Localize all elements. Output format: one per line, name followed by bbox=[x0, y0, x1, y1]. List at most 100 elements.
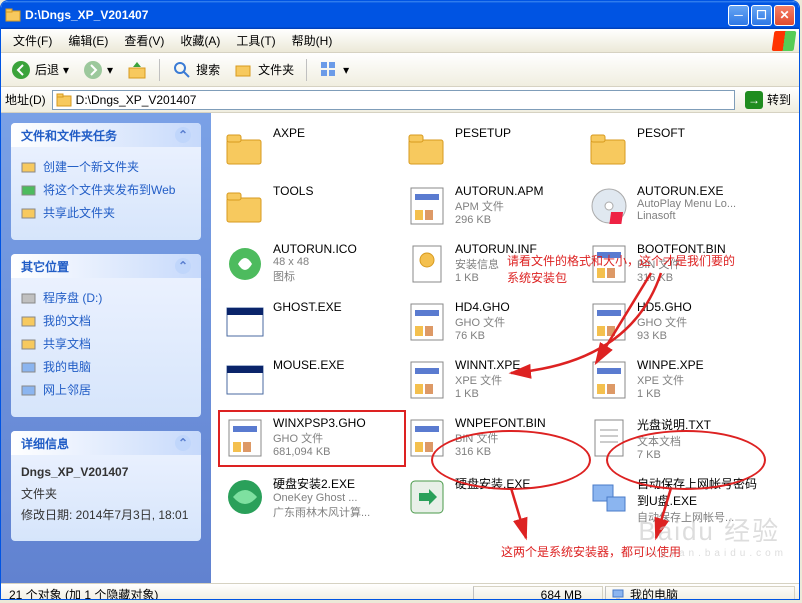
ico-icon bbox=[223, 242, 267, 286]
separator bbox=[306, 59, 307, 81]
file-item[interactable]: BOOTFONT.BINBIN 文件316 KB bbox=[585, 239, 767, 289]
file-item[interactable]: WINPE.XPEXPE 文件1 KB bbox=[585, 355, 767, 405]
bin-icon bbox=[405, 300, 449, 344]
minimize-button[interactable]: ─ bbox=[728, 5, 749, 26]
folder-icon bbox=[5, 7, 21, 23]
file-meta: XPE 文件 bbox=[637, 372, 765, 388]
place-item[interactable]: 我的电脑 bbox=[21, 355, 191, 378]
place-item[interactable]: 程序盘 (D:) bbox=[21, 286, 191, 309]
back-button[interactable]: 后退 ▾ bbox=[5, 57, 75, 83]
file-meta: 316 KB bbox=[637, 272, 765, 284]
file-item[interactable]: AUTORUN.EXEAutoPlay Menu Lo...Linasoft bbox=[585, 181, 767, 231]
file-meta: XPE 文件 bbox=[455, 372, 583, 388]
menu-edit[interactable]: 编辑(E) bbox=[60, 29, 116, 52]
search-button[interactable]: 搜索 bbox=[166, 57, 226, 83]
file-item[interactable]: 硬盘安装2.EXEOneKey Ghost ...广东雨林木风计算... bbox=[221, 472, 403, 528]
new-folder-icon bbox=[21, 159, 37, 175]
back-icon bbox=[11, 60, 31, 80]
menu-help[interactable]: 帮助(H) bbox=[284, 29, 341, 52]
file-meta: 93 KB bbox=[637, 330, 765, 342]
share-icon bbox=[21, 205, 37, 221]
go-button[interactable]: → 转到 bbox=[741, 91, 795, 109]
file-name: AXPE bbox=[273, 126, 401, 140]
close-button[interactable]: ✕ bbox=[774, 5, 795, 26]
file-name: AUTORUN.APM bbox=[455, 184, 583, 198]
task-item[interactable]: 将这个文件夹发布到Web bbox=[21, 178, 191, 201]
file-item[interactable]: MOUSE.EXE bbox=[221, 355, 403, 405]
file-item[interactable]: AUTORUN.INF安装信息1 KB bbox=[403, 239, 585, 289]
file-meta: 1 KB bbox=[637, 388, 765, 400]
place-item[interactable]: 网上邻居 bbox=[21, 378, 191, 401]
file-item[interactable]: GHOST.EXE bbox=[221, 297, 403, 347]
file-item[interactable]: AXPE bbox=[221, 123, 403, 173]
green-icon bbox=[223, 475, 267, 519]
file-item[interactable]: 光盘说明.TXT文本文档7 KB bbox=[585, 413, 767, 464]
place-item[interactable]: 共享文档 bbox=[21, 332, 191, 355]
txt-icon bbox=[587, 416, 631, 460]
file-name: MOUSE.EXE bbox=[273, 358, 401, 372]
file-meta: 文本文档 bbox=[637, 433, 765, 449]
folders-button[interactable]: 文件夹 bbox=[228, 57, 300, 83]
file-list[interactable]: AXPEPESETUPPESOFT TOOLSAUTORUN.APMAPM 文件2… bbox=[211, 113, 799, 583]
status-size: 684 MB bbox=[473, 586, 603, 601]
file-meta: Linasoft bbox=[637, 210, 765, 222]
collapse-icon[interactable]: ⌃ bbox=[175, 435, 191, 451]
file-item[interactable]: 硬盘安装.EXE bbox=[403, 472, 585, 528]
address-label: 地址(D) bbox=[5, 91, 46, 108]
menubar: 文件(F) 编辑(E) 查看(V) 收藏(A) 工具(T) 帮助(H) bbox=[1, 29, 799, 53]
file-item[interactable]: PESETUP bbox=[403, 123, 585, 173]
collapse-icon[interactable]: ⌃ bbox=[175, 258, 191, 274]
status-objects: 21 个对象 (加 1 个隐藏对象) bbox=[3, 586, 471, 601]
menu-fav[interactable]: 收藏(A) bbox=[172, 29, 228, 52]
views-button[interactable]: ▾ bbox=[313, 57, 355, 83]
up-button[interactable] bbox=[121, 57, 153, 83]
address-field[interactable]: D:\Dngs_XP_V201407 bbox=[52, 90, 735, 110]
task-item[interactable]: 创建一个新文件夹 bbox=[21, 155, 191, 178]
file-item[interactable]: AUTORUN.APMAPM 文件296 KB bbox=[403, 181, 585, 231]
file-meta: 图标 bbox=[273, 268, 401, 284]
file-name: WINPE.XPE bbox=[637, 358, 765, 372]
inf-icon bbox=[405, 242, 449, 286]
file-item[interactable]: PESOFT bbox=[585, 123, 767, 173]
views-icon bbox=[319, 60, 339, 80]
detail-name: Dngs_XP_V201407 bbox=[21, 465, 191, 479]
menu-file[interactable]: 文件(F) bbox=[5, 29, 60, 52]
disc-icon bbox=[587, 184, 631, 228]
network-icon bbox=[21, 382, 37, 398]
other-places-panel: 其它位置⌃ 程序盘 (D:)我的文档共享文档我的电脑网上邻居 bbox=[11, 254, 201, 417]
details-panel: 详细信息⌃ Dngs_XP_V201407 文件夹 修改日期: 2014年7月3… bbox=[11, 431, 201, 541]
file-item[interactable]: WINNT.XPEXPE 文件1 KB bbox=[403, 355, 585, 405]
menu-tools[interactable]: 工具(T) bbox=[228, 29, 283, 52]
file-item[interactable]: TOOLS bbox=[221, 181, 403, 231]
menu-view[interactable]: 查看(V) bbox=[116, 29, 172, 52]
exe-icon bbox=[223, 358, 267, 402]
file-item[interactable]: AUTORUN.ICO48 x 48图标 bbox=[221, 239, 403, 289]
file-name: TOOLS bbox=[273, 184, 401, 198]
go-icon: → bbox=[745, 91, 763, 109]
place-item[interactable]: 我的文档 bbox=[21, 309, 191, 332]
file-name: GHOST.EXE bbox=[273, 300, 401, 314]
bin-icon bbox=[587, 300, 631, 344]
folder-icon bbox=[223, 126, 267, 170]
file-meta: 48 x 48 bbox=[273, 256, 401, 268]
maximize-button[interactable]: ☐ bbox=[751, 5, 772, 26]
folder-icon bbox=[587, 126, 631, 170]
bin-icon bbox=[223, 416, 267, 460]
explorer-window: D:\Dngs_XP_V201407 ─ ☐ ✕ 文件(F) 编辑(E) 查看(… bbox=[0, 0, 800, 600]
folders-icon bbox=[234, 60, 254, 80]
detail-type: 文件夹 bbox=[21, 483, 191, 504]
collapse-icon[interactable]: ⌃ bbox=[175, 127, 191, 143]
detail-mod: 修改日期: 2014年7月3日, 18:01 bbox=[21, 504, 191, 525]
file-item[interactable]: WNPEFONT.BINBIN 文件316 KB bbox=[403, 413, 585, 464]
computer-icon bbox=[612, 588, 626, 601]
forward-button[interactable]: ▾ bbox=[77, 57, 119, 83]
file-item[interactable]: WINXPSP3.GHOGHO 文件681,094 KB bbox=[221, 413, 403, 464]
toolbar: 后退 ▾ ▾ 搜索 文件夹 ▾ bbox=[1, 53, 799, 87]
file-name: 硬盘安装2.EXE bbox=[273, 475, 401, 492]
task-item[interactable]: 共享此文件夹 bbox=[21, 201, 191, 224]
file-meta: 76 KB bbox=[455, 330, 583, 342]
file-name: 光盘说明.TXT bbox=[637, 416, 765, 433]
file-item[interactable]: HD4.GHOGHO 文件76 KB bbox=[403, 297, 585, 347]
file-item[interactable]: HD5.GHOGHO 文件93 KB bbox=[585, 297, 767, 347]
titlebar[interactable]: D:\Dngs_XP_V201407 ─ ☐ ✕ bbox=[1, 1, 799, 29]
